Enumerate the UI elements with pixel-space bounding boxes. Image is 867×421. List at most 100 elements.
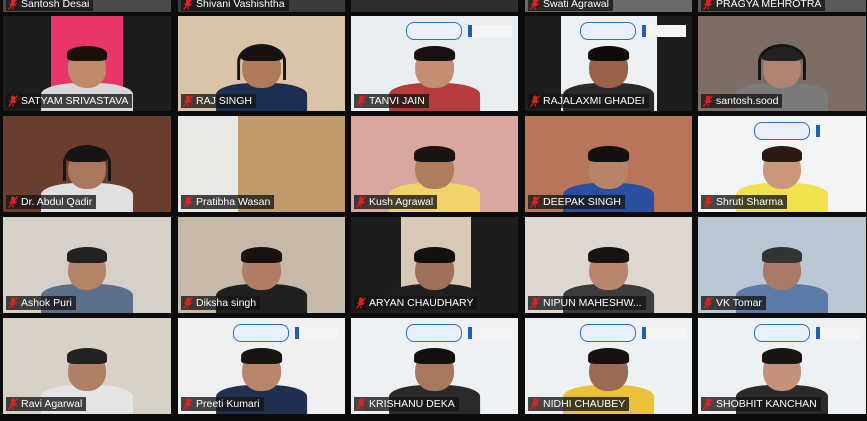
participant-tile[interactable]: TANVI JAIN [351,16,518,111]
participant-tile[interactable]: Ravi Agarwal [3,318,171,414]
participant-nametag: NIDHI CHAUBEY [528,397,630,411]
microphone-muted-icon [703,95,713,107]
participant-tile[interactable]: SHOBHIT KANCHAN [698,318,866,414]
microphone-muted-icon [8,297,18,309]
participant-video [351,0,518,12]
participant-name: KRISHANU DEKA [369,398,455,410]
microphone-muted-icon [183,196,193,208]
microphone-muted-icon [8,95,18,107]
microphone-muted-icon [8,398,18,410]
participant-nametag: Swati Agrawal [528,0,613,11]
participant-nametag: Santosh Desai [6,0,94,11]
participant-name: Swati Agrawal [543,0,609,10]
participant-nametag: SATYAM SRIVASTAVA [6,94,133,108]
participant-nametag: VK Tomar [701,296,766,310]
participant-name: Kush Agrawal [369,196,434,208]
participant-tile[interactable]: RAJ SINGH [178,16,345,111]
participant-name: ARYAN CHAUDHARY [369,297,474,309]
participant-name: SHOBHIT KANCHAN [716,398,817,410]
participant-nametag: DEEPAK SINGH [528,195,625,209]
microphone-muted-icon [530,297,540,309]
participant-tile[interactable]: Pratibha Wasan [178,116,345,212]
microphone-muted-icon [8,196,18,208]
participant-nametag: SHOBHIT KANCHAN [701,397,821,411]
video-grid: Santosh Desai Shivani Vashishtha Swati Agr… [0,0,867,421]
participant-name: santosh.sood [716,95,779,107]
microphone-muted-icon [703,0,713,10]
participant-name: VK Tomar [716,297,762,309]
microphone-muted-icon [703,398,713,410]
headphones [62,144,112,181]
participant-nametag: KRISHANU DEKA [354,397,459,411]
participant-nametag: Pratibha Wasan [181,195,275,209]
participant-tile[interactable]: Diksha singh [178,217,345,313]
participant-name: DEEPAK SINGH [543,196,621,208]
participant-tile[interactable] [351,0,518,12]
headphones [237,44,286,81]
microphone-muted-icon [356,398,366,410]
participant-tile[interactable]: NIPUN MAHESHW... [525,217,692,313]
microphone-muted-icon [530,398,540,410]
participant-name: Shivani Vashishtha [196,0,285,10]
participant-nametag: RAJALAXMI GHADEI [528,94,649,108]
participant-name: PRAGYA MEHROTRA [716,0,822,10]
microphone-muted-icon [356,196,366,208]
microphone-muted-icon [530,0,540,10]
participant-nametag: Ravi Agarwal [6,397,87,411]
participant-name: Ravi Agarwal [21,398,83,410]
participant-tile[interactable]: RAJALAXMI GHADEI [525,16,692,111]
participant-name: Diksha singh [196,297,257,309]
participant-tile[interactable]: Shruti Sharma [698,116,866,212]
participant-tile[interactable]: NIDHI CHAUBEY [525,318,692,414]
participant-tile[interactable]: KRISHANU DEKA [351,318,518,414]
participant-tile[interactable]: Dr. Abdul Qadir [3,116,171,212]
participant-nametag: Shruti Sharma [701,195,788,209]
participant-tile[interactable]: VK Tomar [698,217,866,313]
microphone-muted-icon [703,196,713,208]
microphone-muted-icon [530,196,540,208]
participant-nametag: Dr. Abdul Qadir [6,195,97,209]
participant-tile[interactable]: DEEPAK SINGH [525,116,692,212]
participant-nametag: RAJ SINGH [181,94,257,108]
participant-name: NIDHI CHAUBEY [543,398,626,410]
participant-nametag: Kush Agrawal [354,195,438,209]
participant-tile[interactable]: Preeti Kumari [178,318,345,414]
participant-tile[interactable]: Kush Agrawal [351,116,518,212]
participant-name: Pratibha Wasan [196,196,271,208]
participant-tile[interactable]: ARYAN CHAUDHARY [351,217,518,313]
microphone-muted-icon [703,297,713,309]
microphone-muted-icon [183,398,193,410]
participant-name: NIPUN MAHESHW... [543,297,642,309]
participant-nametag: PRAGYA MEHROTRA [701,0,826,11]
participant-name: Shruti Sharma [716,196,784,208]
participant-nametag: Diksha singh [181,296,261,310]
participant-name: SATYAM SRIVASTAVA [21,95,129,107]
participant-name: Ashok Puri [21,297,72,309]
microphone-muted-icon [530,95,540,107]
participant-name: Preeti Kumari [196,398,260,410]
microphone-muted-icon [183,95,193,107]
participant-tile[interactable]: Ashok Puri [3,217,171,313]
microphone-muted-icon [183,297,193,309]
participant-name: RAJ SINGH [196,95,253,107]
participant-tile[interactable]: Shivani Vashishtha [178,0,345,12]
participant-tile[interactable]: Swati Agrawal [525,0,692,12]
participant-tile[interactable]: santosh.sood [698,16,866,111]
participant-nametag: Shivani Vashishtha [181,0,289,11]
microphone-muted-icon [183,0,193,10]
participant-name: TANVI JAIN [369,95,425,107]
participant-nametag: TANVI JAIN [354,94,429,108]
participant-nametag: NIPUN MAHESHW... [528,296,646,310]
participant-tile[interactable]: SATYAM SRIVASTAVA [3,16,171,111]
headphones [757,44,807,81]
participant-nametag: santosh.sood [701,94,783,108]
participant-nametag: ARYAN CHAUDHARY [354,296,478,310]
participant-tile[interactable]: PRAGYA MEHROTRA [698,0,866,12]
microphone-muted-icon [356,95,366,107]
participant-name: Dr. Abdul Qadir [21,196,93,208]
participant-tile[interactable]: Santosh Desai [3,0,171,12]
microphone-muted-icon [8,0,18,10]
participant-name: RAJALAXMI GHADEI [543,95,645,107]
participant-name: Santosh Desai [21,0,90,10]
participant-nametag: Ashok Puri [6,296,76,310]
